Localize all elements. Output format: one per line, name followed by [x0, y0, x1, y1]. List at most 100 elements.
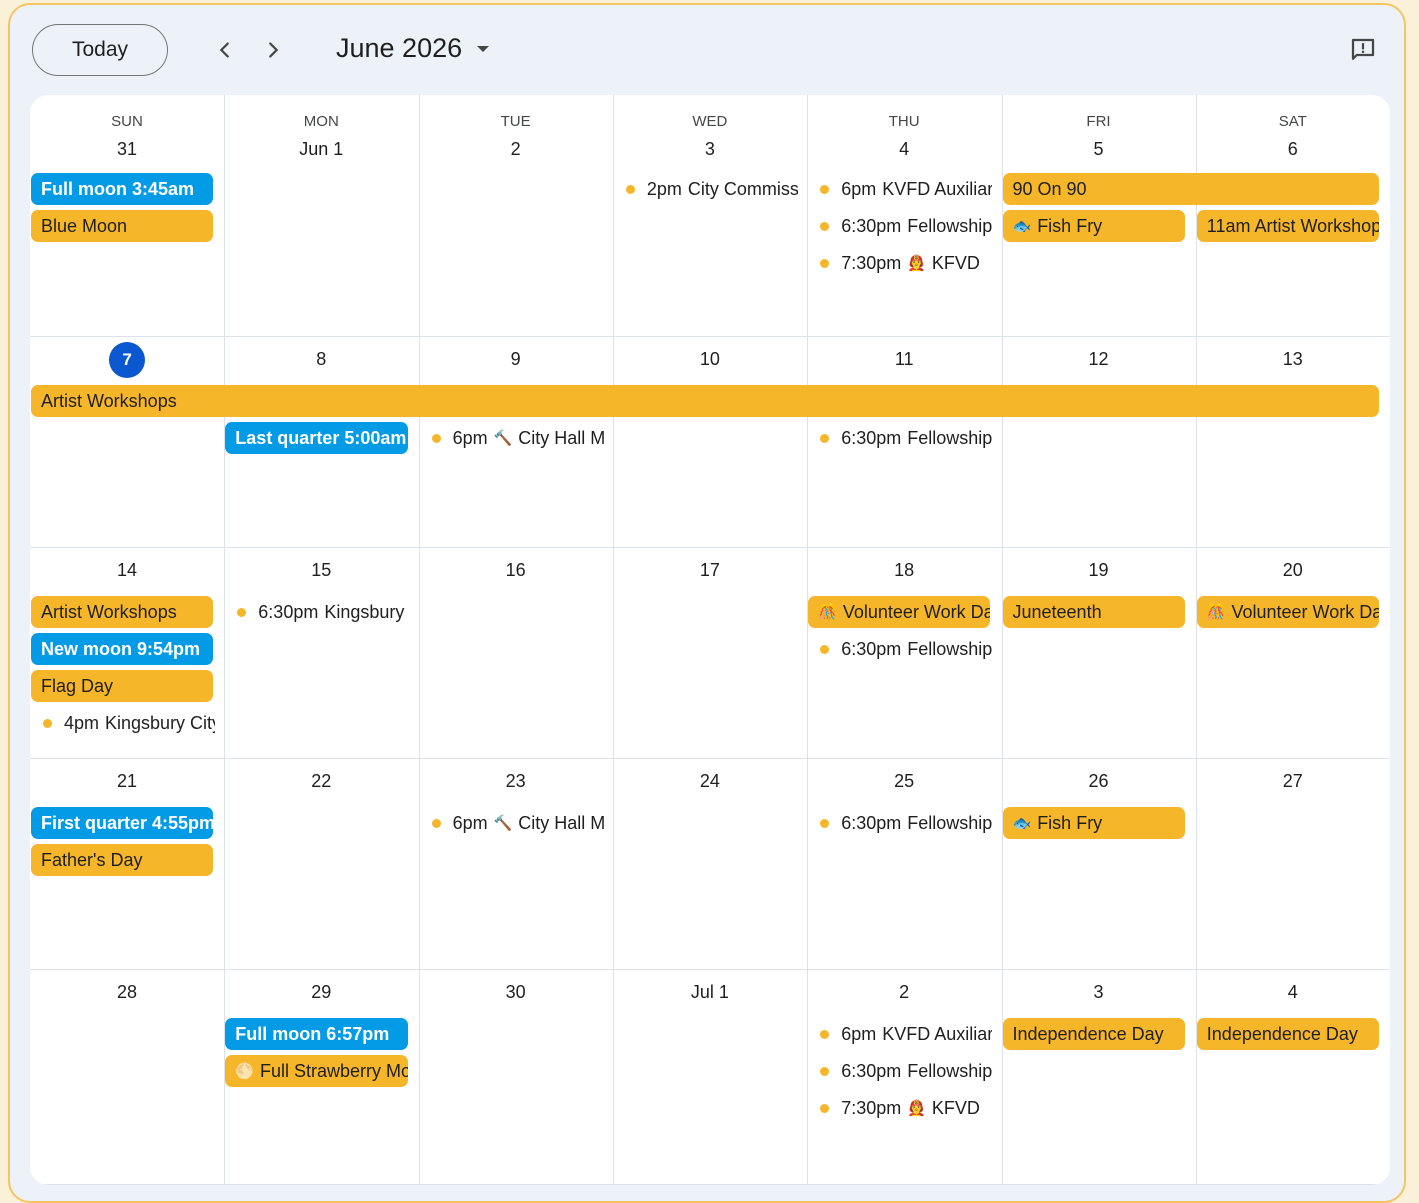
- event-title: Last quarter 5:00am: [235, 427, 407, 448]
- day-number[interactable]: 25: [807, 771, 1001, 792]
- day-number[interactable]: 14: [30, 560, 224, 581]
- event-title: KVFD Auxiliary: [882, 1023, 993, 1044]
- event-chip[interactable]: Full moon 3:45am: [31, 173, 214, 205]
- event-chip[interactable]: Flag Day: [31, 670, 214, 702]
- day-number[interactable]: 24: [613, 771, 807, 792]
- calendar-toolbar: Today June 2026: [10, 5, 1404, 97]
- day-number[interactable]: 28: [30, 982, 224, 1003]
- event-title: Fellowship: [907, 215, 993, 236]
- timed-event[interactable]: 2pmCity Commission: [616, 173, 798, 205]
- day-number[interactable]: Jul 1: [613, 982, 807, 1003]
- event-chip[interactable]: Juneteenth: [1002, 596, 1185, 628]
- event-emoji-icon: 🔨: [493, 430, 513, 447]
- day-number[interactable]: 6: [1196, 139, 1390, 160]
- event-chip[interactable]: First quarter 4:55pm: [31, 807, 214, 839]
- day-number[interactable]: 31: [30, 139, 224, 160]
- day-number[interactable]: 26: [1002, 771, 1196, 792]
- day-number[interactable]: 18: [807, 560, 1001, 581]
- event-title: 11am Artist Workshops: [1206, 215, 1380, 236]
- event-dot-icon: [820, 1029, 830, 1039]
- event-chip[interactable]: 🌕 Full Strawberry Moon: [225, 1055, 408, 1087]
- event-chip[interactable]: Last quarter 5:00am: [225, 422, 408, 454]
- event-chip[interactable]: 11am Artist Workshops: [1196, 210, 1380, 242]
- event-title: City Commission: [687, 178, 799, 199]
- event-chip[interactable]: 90 On 90: [1002, 173, 1380, 205]
- timed-event[interactable]: 6pm 🔨 City Hall Meeting: [422, 422, 604, 454]
- timed-event[interactable]: 7:30pm 🧑‍🚒 KFVD: [810, 247, 992, 279]
- day-number[interactable]: 21: [30, 771, 224, 792]
- day-number[interactable]: 19: [1002, 560, 1196, 581]
- day-number[interactable]: 5: [1002, 139, 1196, 160]
- timed-event[interactable]: 6pm 🔨 City Hall Meeting: [422, 807, 604, 839]
- timed-event[interactable]: 6:30pm Fellowship: [810, 422, 992, 454]
- event-chip[interactable]: Father's Day: [31, 844, 214, 876]
- today-date-marker[interactable]: 7: [109, 342, 146, 378]
- event-chip[interactable]: New moon 9:54pm: [31, 633, 214, 665]
- event-dot-icon: [43, 718, 52, 728]
- weekday-header: MON: [303, 113, 339, 130]
- day-number[interactable]: 3: [613, 139, 807, 160]
- day-number[interactable]: 4: [1196, 982, 1390, 1003]
- day-number[interactable]: 11: [807, 349, 1001, 370]
- week-row: 14 15 16 17 18 19 20 Artist Workshops New moon 9…: [30, 548, 1390, 759]
- timed-event[interactable]: 7:30pm 🧑‍🚒 KFVD: [810, 1092, 992, 1124]
- day-number[interactable]: 15: [224, 560, 418, 581]
- feedback-button[interactable]: [1348, 35, 1380, 67]
- feedback-icon: [1351, 38, 1375, 60]
- day-number[interactable]: 23: [419, 771, 613, 792]
- previous-month-button[interactable]: [206, 31, 244, 69]
- week-row: 7 8 9 10 11 12 13 Artist Workshops Last quarter …: [30, 337, 1390, 548]
- day-number[interactable]: 20: [1196, 560, 1390, 581]
- event-title: Volunteer Work Day: [1231, 601, 1380, 622]
- event-chip[interactable]: Independence Day: [1002, 1018, 1185, 1050]
- event-chip[interactable]: Artist Workshops: [31, 385, 1380, 417]
- event-title: Fish Fry: [1037, 812, 1103, 833]
- day-number[interactable]: 17: [613, 560, 807, 581]
- event-chip[interactable]: Blue Moon: [31, 210, 214, 242]
- today-button[interactable]: Today: [32, 24, 168, 76]
- day-number[interactable]: 13: [1196, 349, 1390, 370]
- day-number[interactable]: 22: [224, 771, 418, 792]
- day-number[interactable]: 29: [224, 982, 418, 1003]
- day-number[interactable]: 27: [1196, 771, 1390, 792]
- day-number[interactable]: 3: [1002, 982, 1196, 1003]
- event-chip[interactable]: 🎊 Volunteer Work Day: [808, 596, 991, 628]
- week-row: 28 29 30 Jul 1 2 3 4 Full moon 6:57pm 🌕 Full Stra…: [30, 970, 1390, 1185]
- event-chip[interactable]: Full moon 6:57pm: [225, 1018, 408, 1050]
- day-divider: [224, 95, 225, 336]
- event-chip[interactable]: 🐟 Fish Fry: [1002, 210, 1185, 242]
- day-number[interactable]: 30: [419, 982, 613, 1003]
- event-chip[interactable]: 🎊 Volunteer Work Day: [1196, 596, 1380, 628]
- day-number[interactable]: 4: [807, 139, 1001, 160]
- event-chip[interactable]: 🐟 Fish Fry: [1002, 807, 1185, 839]
- event-title: Blue Moon: [41, 215, 128, 236]
- event-dot-icon: [820, 1103, 830, 1113]
- day-number[interactable]: 2: [807, 982, 1001, 1003]
- day-number[interactable]: 16: [419, 560, 613, 581]
- month-selector[interactable]: June 2026: [336, 33, 490, 64]
- timed-event[interactable]: 6:30pm Fellowship: [810, 210, 992, 242]
- day-number[interactable]: 8: [224, 349, 418, 370]
- event-title: Full moon 6:57pm: [235, 1023, 390, 1044]
- day-number[interactable]: Jun 1: [224, 139, 418, 160]
- day-number[interactable]: 9: [419, 349, 613, 370]
- event-chip[interactable]: Independence Day: [1196, 1018, 1380, 1050]
- day-number[interactable]: 10: [613, 349, 807, 370]
- chevron-left-icon: [219, 42, 229, 58]
- event-title: Fellowship: [907, 1060, 993, 1081]
- timed-event[interactable]: 6:30pm Fellowship: [810, 633, 992, 665]
- next-month-button[interactable]: [254, 31, 292, 69]
- timed-event[interactable]: 6:30pm Fellowship: [810, 807, 992, 839]
- timed-event[interactable]: 4pm Kingsbury City: [33, 707, 215, 739]
- event-chip[interactable]: Artist Workshops: [31, 596, 214, 628]
- calendar-frame: Today June 2026 SUN MON TUE WED THU FRI SAT 31 J…: [8, 3, 1406, 1203]
- day-number[interactable]: 12: [1002, 349, 1196, 370]
- timed-event[interactable]: 6:30pm Fellowship: [810, 1055, 992, 1087]
- month-label: June 2026: [336, 33, 463, 63]
- timed-event[interactable]: 6pm KVFD Auxiliary: [810, 1018, 992, 1050]
- timed-event[interactable]: 6:30pm Kingsbury: [227, 596, 409, 628]
- event-title: Flag Day: [41, 675, 114, 696]
- timed-event[interactable]: 6pm KVFD Auxiliary: [810, 173, 992, 205]
- day-number[interactable]: 2: [419, 139, 613, 160]
- weekday-header: WED: [692, 113, 728, 130]
